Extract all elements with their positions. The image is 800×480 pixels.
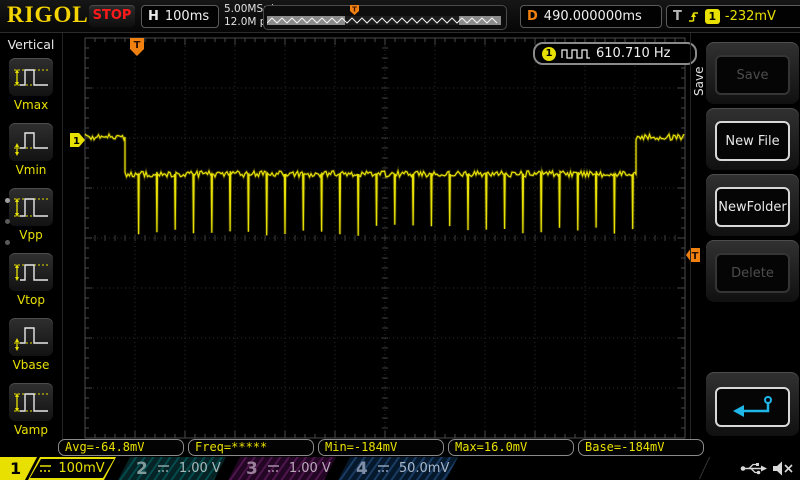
vmin-icon	[9, 123, 53, 161]
channel-1-scale: 100mV	[58, 461, 104, 476]
usb-icon	[740, 462, 767, 475]
delete-button[interactable]: Delete	[715, 253, 790, 293]
channel-1[interactable]: 100mV	[28, 457, 116, 480]
preview-trigger-marker: T	[349, 4, 360, 16]
page-dot	[5, 198, 10, 203]
menu-slot: New File	[706, 108, 799, 170]
channel-3-scale: 1.00 V	[289, 461, 331, 476]
left-measure-menu: Vertical Vmax	[0, 33, 63, 456]
vtop-icon	[9, 253, 53, 291]
timebase-label: H	[148, 9, 159, 24]
rising-edge-icon	[687, 9, 700, 24]
vpp-icon	[9, 188, 53, 226]
dc-coupling-icon	[157, 464, 170, 473]
menu-slot: Delete	[706, 240, 799, 302]
channel-2-scale: 1.00 V	[179, 461, 221, 476]
trigger-source-badge: 1	[705, 9, 720, 24]
menu-item-vmax[interactable]: Vmax	[0, 58, 62, 112]
menu-item-vamp[interactable]: Vamp	[0, 383, 62, 437]
trigger-level-value: -232mV	[725, 9, 776, 24]
sound-muted-icon	[772, 461, 794, 476]
top-status-bar: RIGOL STOP H 100ms 5.00MSa/s 12.0M pts T…	[0, 0, 800, 33]
menu-item-label: Vtop	[0, 293, 62, 307]
dc-coupling-icon	[39, 464, 52, 473]
page-dot	[5, 240, 10, 245]
channel-4[interactable]: 4 50.0mV	[338, 457, 458, 480]
menu-item-label: Vmax	[0, 98, 62, 112]
svg-text:T: T	[134, 40, 141, 51]
menu-item-vmin[interactable]: Vmin	[0, 123, 62, 177]
menu-item-vpp[interactable]: Vpp	[0, 188, 62, 242]
menu-slot	[706, 372, 799, 436]
svg-text:T: T	[352, 6, 357, 14]
delay-box: D 490.000000ms	[520, 5, 662, 28]
timebase-box: H 100ms	[141, 5, 219, 28]
menu-item-label: Vmin	[0, 163, 62, 177]
save-button[interactable]: Save	[715, 55, 790, 95]
measurement-min: Min=-184mV	[318, 439, 444, 456]
channel-4-number: 4	[356, 459, 368, 479]
dc-coupling-icon	[377, 464, 390, 473]
channel-2-number: 2	[136, 459, 148, 479]
back-button[interactable]	[715, 387, 790, 427]
new-folder-button[interactable]: NewFolder	[715, 187, 790, 227]
preview-waveform	[267, 16, 501, 25]
run-state-indicator: STOP	[89, 5, 135, 27]
menu-item-label: Vbase	[0, 358, 62, 372]
freq-value: 610.710 Hz	[596, 46, 671, 61]
delay-label: D	[527, 9, 538, 24]
return-arrow-icon	[730, 394, 776, 420]
menu-slot: NewFolder	[706, 174, 799, 236]
new-file-button[interactable]: New File	[715, 121, 790, 161]
frequency-counter: 1 610.710 Hz	[533, 42, 697, 65]
square-wave-icon	[561, 48, 591, 60]
trigger-position-marker: T	[129, 37, 145, 57]
menu-item-label: Vamp	[0, 423, 62, 437]
measurement-avg: Avg=-64.8mV	[58, 439, 184, 456]
channel-2[interactable]: 2 1.00 V	[118, 457, 226, 480]
svg-text:1: 1	[73, 136, 80, 147]
measurement-freq: Freq=*****	[188, 439, 314, 456]
page-dot	[5, 219, 10, 224]
measurement-max: Max=16.0mV	[448, 439, 574, 456]
timebase-value: 100ms	[165, 9, 209, 24]
vmax-icon	[9, 58, 53, 96]
vbase-icon	[9, 318, 53, 356]
channel-status-bar: 1 100mV 2 1.00 V 3 1.00	[0, 456, 800, 480]
rigol-logo: RIGOL	[7, 2, 89, 28]
menu-item-vbase[interactable]: Vbase	[0, 318, 62, 372]
vamp-icon	[9, 383, 53, 421]
channel-3-number: 3	[246, 459, 258, 479]
trigger-label: T	[673, 9, 682, 24]
oscilloscope-screen: RIGOL STOP H 100ms 5.00MSa/s 12.0M pts T…	[0, 0, 800, 480]
freq-channel-badge: 1	[542, 47, 556, 61]
menu-item-vtop[interactable]: Vtop	[0, 253, 62, 307]
delay-value: 490.000000ms	[544, 9, 642, 24]
trigger-box: T 1 -232mV	[666, 5, 800, 28]
channel-3[interactable]: 3 1.00 V	[228, 457, 336, 480]
channel-4-scale: 50.0mV	[399, 461, 450, 476]
measurement-base: Base=-184mV	[578, 439, 704, 456]
left-menu-title: Vertical	[0, 37, 62, 52]
waveform-canvas	[0, 0, 800, 480]
dc-coupling-icon	[267, 464, 280, 473]
right-soft-menu: Save Save New File NewFolder Delete	[690, 33, 800, 456]
menu-slot: Save	[706, 42, 799, 104]
channel1-marker: 1	[69, 132, 86, 148]
